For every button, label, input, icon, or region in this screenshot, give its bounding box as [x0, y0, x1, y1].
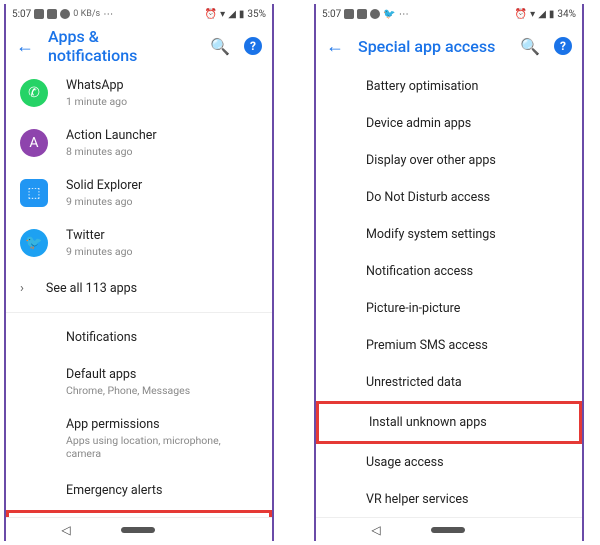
chevron-right-icon: › [20, 281, 24, 296]
item-display-over-other-apps[interactable]: Display over other apps [316, 142, 582, 179]
app-sub: 1 minute ago [66, 95, 127, 108]
back-icon[interactable]: ← [326, 36, 344, 57]
status-time: 5:07 [322, 9, 341, 20]
item-install-unknown-apps[interactable]: Install unknown apps [316, 401, 582, 444]
action-launcher-icon: A [20, 129, 48, 157]
status-time: 5:07 [12, 9, 31, 20]
page-title: Special app access [358, 37, 496, 56]
whatsapp-icon: ✆ [20, 79, 48, 107]
section-default-apps[interactable]: Default apps Chrome, Phone, Messages [6, 357, 272, 407]
item-unrestricted-data[interactable]: Unrestricted data [316, 364, 582, 401]
battery-pct: 35% [247, 9, 266, 20]
twitter-icon: 🐦 [20, 229, 48, 257]
page-title: Apps & notifications [48, 27, 186, 65]
phone-special-app-access: 5:07 🐦 ⋯ ⏰ ▾ ◢ ▮ 34% ← Special app acces… [314, 4, 584, 541]
app-sub: 9 minutes ago [66, 245, 132, 258]
status-bar: 5:07 0 KB/s ⋯ ⏰ ▾ ◢ ▮ 35% [6, 4, 272, 24]
status-icon [344, 9, 354, 19]
status-bar: 5:07 🐦 ⋯ ⏰ ▾ ◢ ▮ 34% [316, 4, 582, 24]
status-icon [34, 9, 44, 19]
section-app-permissions[interactable]: App permissions Apps using location, mic… [6, 407, 272, 470]
signal-icon: ◢ [228, 9, 236, 20]
item-notification-access[interactable]: Notification access [316, 253, 582, 290]
section-title: App permissions [66, 417, 258, 432]
app-row-whatsapp[interactable]: ✆ WhatsApp 1 minute ago [6, 68, 272, 118]
section-sub: Apps using location, microphone, camera [66, 434, 258, 460]
header: ← Special app access 🔍 ? [316, 24, 582, 68]
wifi-icon: ▾ [530, 9, 535, 20]
header: ← Apps & notifications 🔍 ? [6, 24, 272, 68]
app-sub: 9 minutes ago [66, 195, 142, 208]
solid-explorer-icon: ⬚ [20, 179, 48, 207]
section-special-app-access[interactable]: Special app access 4 apps can use unrest… [6, 510, 272, 517]
see-all-apps[interactable]: › See all 113 apps [6, 268, 272, 308]
battery-icon: ▮ [549, 9, 555, 20]
nav-back-icon[interactable]: ◁ [61, 523, 70, 537]
twitter-status-icon: 🐦 [383, 9, 395, 20]
item-picture-in-picture[interactable]: Picture-in-picture [316, 290, 582, 327]
battery-pct: 34% [557, 9, 576, 20]
search-icon[interactable]: 🔍 [210, 37, 230, 56]
section-sub: Chrome, Phone, Messages [66, 384, 190, 397]
app-name: WhatsApp [66, 78, 127, 93]
app-name: Solid Explorer [66, 178, 142, 193]
app-sub: 8 minutes ago [66, 145, 157, 158]
signal-icon: ◢ [538, 9, 546, 20]
nav-bar: ◁ [6, 517, 272, 541]
more-icon: ⋯ [103, 9, 113, 20]
help-icon[interactable]: ? [244, 37, 262, 55]
section-title: Default apps [66, 367, 190, 382]
item-do-not-disturb-access[interactable]: Do Not Disturb access [316, 179, 582, 216]
status-icon [47, 9, 57, 19]
net-speed: 0 KB/s [73, 9, 100, 19]
app-name: Twitter [66, 228, 132, 243]
app-row-action-launcher[interactable]: A Action Launcher 8 minutes ago [6, 118, 272, 168]
app-row-solid-explorer[interactable]: ⬚ Solid Explorer 9 minutes ago [6, 168, 272, 218]
item-battery-optimisation[interactable]: Battery optimisation [316, 68, 582, 105]
help-icon[interactable]: ? [554, 37, 572, 55]
wifi-icon: ▾ [220, 9, 225, 20]
whatsapp-status-icon [60, 9, 70, 19]
nav-home-pill[interactable] [431, 527, 465, 533]
item-device-admin-apps[interactable]: Device admin apps [316, 105, 582, 142]
section-title: Emergency alerts [66, 483, 162, 498]
item-premium-sms-access[interactable]: Premium SMS access [316, 327, 582, 364]
nav-back-icon[interactable]: ◁ [371, 523, 380, 537]
item-modify-system-settings[interactable]: Modify system settings [316, 216, 582, 253]
phone-apps-notifications: 5:07 0 KB/s ⋯ ⏰ ▾ ◢ ▮ 35% ← Apps & notif… [4, 4, 274, 541]
content: Battery optimisation Device admin apps D… [316, 68, 582, 517]
section-emergency-alerts[interactable]: Emergency alerts [6, 470, 272, 510]
app-name: Action Launcher [66, 128, 157, 143]
divider [6, 312, 272, 313]
status-icon [357, 9, 367, 19]
more-icon: ⋯ [399, 9, 409, 20]
content: ✆ WhatsApp 1 minute ago A Action Launche… [6, 68, 272, 517]
battery-icon: ▮ [239, 9, 245, 20]
nav-home-pill[interactable] [121, 527, 155, 533]
search-icon[interactable]: 🔍 [520, 37, 540, 56]
app-row-twitter[interactable]: 🐦 Twitter 9 minutes ago [6, 218, 272, 268]
whatsapp-status-icon [370, 9, 380, 19]
alarm-icon: ⏰ [515, 9, 527, 20]
see-all-label: See all 113 apps [46, 281, 137, 296]
alarm-icon: ⏰ [205, 9, 217, 20]
back-icon[interactable]: ← [16, 36, 34, 57]
item-usage-access[interactable]: Usage access [316, 444, 582, 481]
section-notifications[interactable]: Notifications [6, 317, 272, 357]
item-vr-helper-services[interactable]: VR helper services [316, 481, 582, 517]
nav-bar: ◁ [316, 517, 582, 541]
section-title: Notifications [66, 330, 137, 345]
